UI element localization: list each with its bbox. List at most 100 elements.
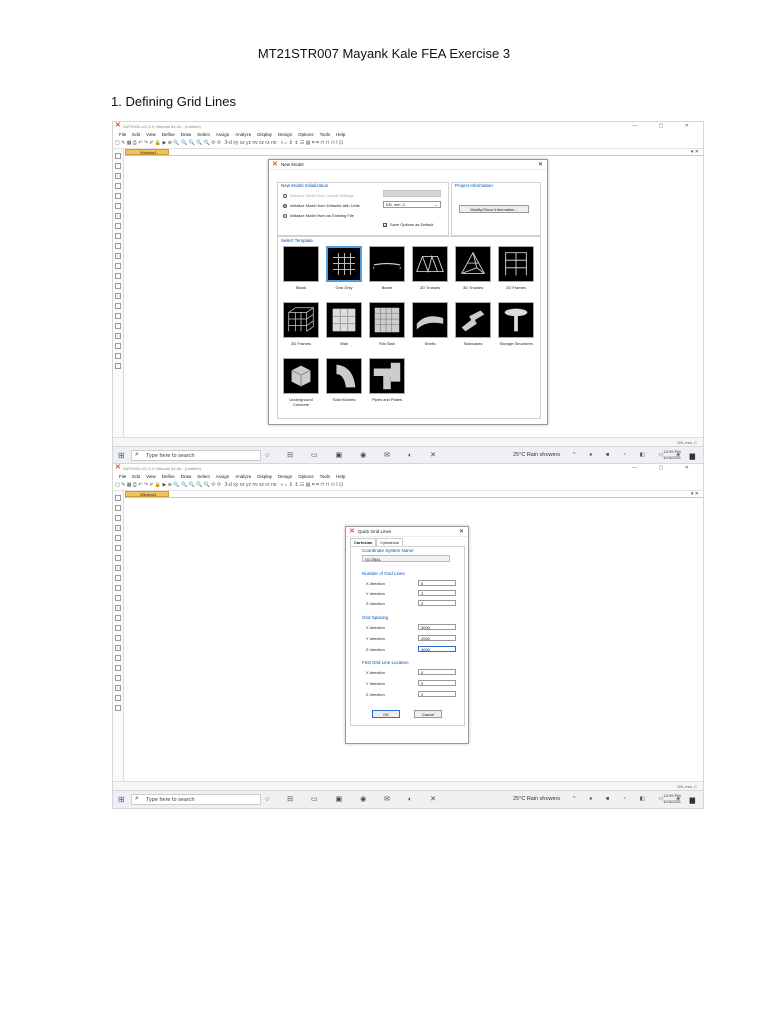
- toolbar-view-buttons[interactable]: 3-d xy xz yz nv xz rz nn: [225, 482, 277, 488]
- template-grid-only[interactable]: Grid Only: [324, 246, 364, 290]
- tool-icon[interactable]: [115, 655, 121, 661]
- tool-icon[interactable]: [115, 635, 121, 641]
- tool-icon[interactable]: [115, 323, 121, 329]
- tool-icon[interactable]: [115, 535, 121, 541]
- menu-view[interactable]: View: [146, 132, 156, 137]
- taskbar-search-input[interactable]: Type here to search: [131, 450, 261, 461]
- template-shells[interactable]: Shells: [410, 302, 450, 346]
- tool-icon[interactable]: [115, 615, 121, 621]
- tool-icon[interactable]: [115, 625, 121, 631]
- menu-analyze[interactable]: Analyze: [235, 132, 251, 137]
- tool-icon[interactable]: [115, 243, 121, 249]
- menu-define[interactable]: Define: [162, 132, 175, 137]
- template-pipes-and-plates[interactable]: Pipes and Plates: [367, 358, 407, 402]
- menu-edit[interactable]: Edit: [132, 474, 140, 479]
- weather-widget[interactable]: 25°C Rain showers: [513, 452, 560, 458]
- menu-tools[interactable]: Tools: [320, 474, 331, 479]
- template-underground-concrete[interactable]: Underground Concrete: [281, 358, 321, 407]
- tab-close-icon[interactable]: ▾ ✕: [691, 149, 699, 155]
- menu-select[interactable]: Select: [197, 474, 210, 479]
- close-icon[interactable]: ✕: [459, 528, 464, 535]
- menu-select[interactable]: Select: [197, 132, 210, 137]
- tool-icon[interactable]: [115, 273, 121, 279]
- tool-icon[interactable]: [115, 163, 121, 169]
- menu-draw[interactable]: Draw: [181, 474, 192, 479]
- num-x-input[interactable]: 5: [418, 580, 456, 586]
- cancel-button[interactable]: Cancel: [414, 710, 442, 718]
- first-y-input[interactable]: 0: [418, 680, 456, 686]
- windows-start-icon[interactable]: ⊞: [118, 452, 125, 460]
- menu-define[interactable]: Define: [162, 474, 175, 479]
- tool-icon[interactable]: [115, 203, 121, 209]
- template-3d-frames[interactable]: 3D Frames: [281, 302, 321, 346]
- menu-assign[interactable]: Assign: [216, 474, 230, 479]
- tool-icon[interactable]: [115, 505, 121, 511]
- template-wall[interactable]: Wall: [324, 302, 364, 346]
- spacing-z-input[interactable]: 4000: [418, 646, 456, 652]
- pointer-icon[interactable]: [115, 153, 121, 159]
- tool-icon[interactable]: [115, 685, 121, 691]
- tool-icon[interactable]: [115, 173, 121, 179]
- toolbar-icons[interactable]: ▢ ✎ ▦ ⎙ ↶ ↷ ✐ 🔒 ▶ ⊕ 🔍 🔍 🔍 🔍 🔍 ⟳ ⟳: [115, 140, 221, 146]
- windows-start-icon[interactable]: ⊞: [118, 796, 125, 804]
- spacing-y-input[interactable]: 2000: [418, 635, 456, 641]
- menu-design[interactable]: Design: [278, 132, 292, 137]
- toolbar-icons-right[interactable]: ◑ ⌂ ⇕ ⇕ ☷ ▤ ⌗ ⌗ ⊓ ⊓ ⊓ I ⊡: [280, 140, 343, 146]
- close-icon[interactable]: ✕: [538, 161, 543, 168]
- save-options-checkbox[interactable]: ✓ Save Options as Default: [383, 222, 433, 227]
- template-2d-frames[interactable]: 2D Frames: [496, 246, 536, 290]
- menu-help[interactable]: Help: [336, 132, 345, 137]
- menu-file[interactable]: File: [119, 132, 126, 137]
- ok-button[interactable]: OK: [372, 710, 400, 718]
- menu-tools[interactable]: Tools: [320, 132, 331, 137]
- units-indicator[interactable]: KN, mm, C: [677, 440, 697, 445]
- template-beam[interactable]: Beam: [367, 246, 407, 290]
- taskbar-clock[interactable]: 12:59 PM 10/3/2021: [663, 793, 681, 805]
- tool-icon[interactable]: [115, 675, 121, 681]
- tool-icon[interactable]: [115, 565, 121, 571]
- tool-icon[interactable]: [115, 605, 121, 611]
- template-blank[interactable]: Blank: [281, 246, 321, 290]
- tool-icon[interactable]: [115, 293, 121, 299]
- pinned-apps[interactable]: ○ ⊟ ▭ ▣ ◉ ✉ ◐ ✕: [265, 451, 444, 459]
- tool-icon[interactable]: [115, 303, 121, 309]
- tool-icon[interactable]: [115, 525, 121, 531]
- template-staircases[interactable]: Staircases: [453, 302, 493, 346]
- radio-defaults-units[interactable]: Initialize Model from Defaults with Unit…: [283, 203, 360, 208]
- tool-icon[interactable]: [115, 545, 121, 551]
- menu-options[interactable]: Options: [298, 132, 314, 137]
- menu-options[interactable]: Options: [298, 474, 314, 479]
- window-controls[interactable]: — ▢ ✕: [632, 123, 699, 129]
- first-x-input[interactable]: 0: [418, 669, 456, 675]
- num-z-input[interactable]: 2: [418, 600, 456, 606]
- radio-existing-file[interactable]: Initialize Model from an Existing File: [283, 213, 354, 218]
- tool-icon[interactable]: [115, 515, 121, 521]
- tab-cylindrical[interactable]: Cylindrical: [376, 538, 403, 546]
- template-solid-models[interactable]: Solid Models: [324, 358, 364, 402]
- toolbar-icons[interactable]: ▢ ✎ ▦ ⎙ ↶ ↷ ✐ 🔒 ▶ ⊕ 🔍 🔍 🔍 🔍 🔍 ⟳ ⟳: [115, 482, 221, 488]
- tool-icon[interactable]: [115, 333, 121, 339]
- tool-icon[interactable]: [115, 343, 121, 349]
- tool-icon[interactable]: [115, 585, 121, 591]
- tool-icon[interactable]: [115, 233, 121, 239]
- template-2d-trusses[interactable]: 2D Trusses: [410, 246, 450, 290]
- units-select[interactable]: KN, mm, C ⌄: [383, 201, 441, 208]
- spacing-x-input[interactable]: 3000: [418, 624, 456, 630]
- notification-icon[interactable]: ▆: [690, 796, 695, 804]
- tool-icon[interactable]: [115, 575, 121, 581]
- tool-icon[interactable]: [115, 253, 121, 259]
- tool-icon[interactable]: [115, 213, 121, 219]
- tool-icon[interactable]: [115, 705, 121, 711]
- toolbar-icons-right[interactable]: ◑ ⌂ ⇕ ⇕ ☷ ▤ ⌗ ⌗ ⊓ ⊓ ⊓ I ⊡: [280, 482, 343, 488]
- tool-icon[interactable]: [115, 695, 121, 701]
- tool-icon[interactable]: [115, 645, 121, 651]
- tool-icon[interactable]: [115, 183, 121, 189]
- tab-cartesian[interactable]: Cartesian: [350, 538, 377, 546]
- modify-info-button[interactable]: Modify/Show Information...: [459, 205, 529, 213]
- menu-assign[interactable]: Assign: [216, 132, 230, 137]
- template-storage-structures[interactable]: Storage Structures: [496, 302, 536, 346]
- taskbar-search-input[interactable]: Type here to search: [131, 794, 261, 805]
- menu-edit[interactable]: Edit: [132, 132, 140, 137]
- window-controls[interactable]: — ▢ ✕: [632, 465, 699, 471]
- tool-icon[interactable]: [115, 263, 121, 269]
